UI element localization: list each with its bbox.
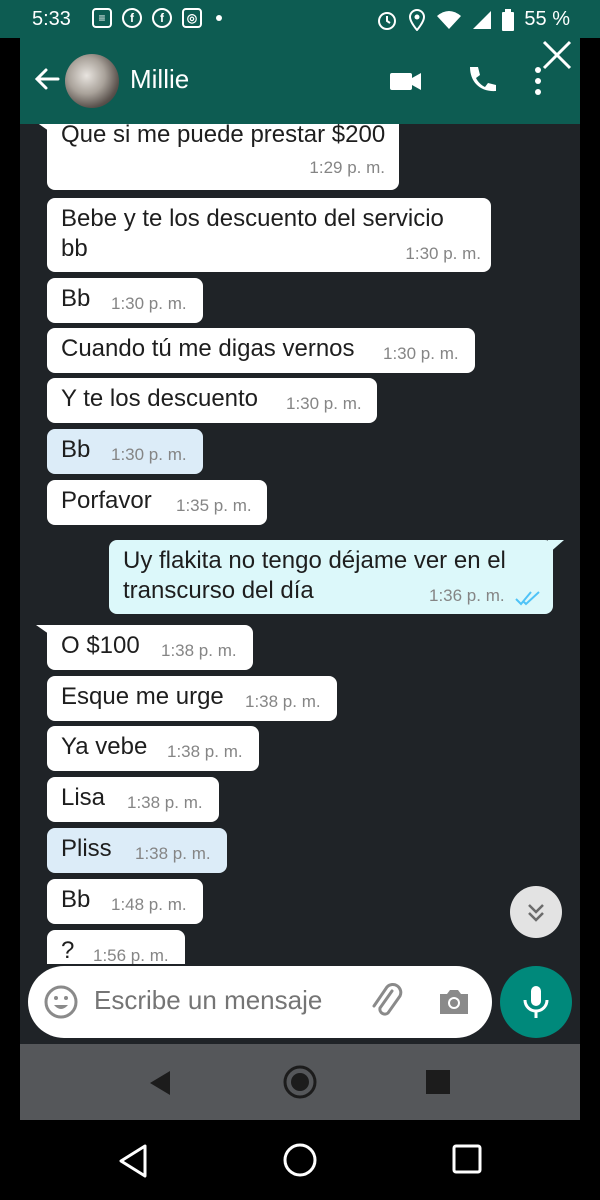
- phone-icon[interactable]: [464, 64, 500, 98]
- back-arrow-icon[interactable]: [32, 64, 62, 94]
- message-incoming[interactable]: Cuando tú me digas vernos 1:30 p. m.: [47, 328, 475, 373]
- nav-home-icon[interactable]: [282, 1142, 318, 1178]
- message-incoming[interactable]: O $100 1:38 p. m.: [47, 625, 253, 670]
- message-input[interactable]: [94, 985, 354, 1016]
- alarm-icon: [378, 11, 397, 30]
- whatsapp-screen: Millie Que si me puede prestar $200 1:29…: [20, 38, 580, 1120]
- message-incoming[interactable]: Y te los descuento 1:30 p. m.: [47, 378, 377, 423]
- message-list[interactable]: Que si me puede prestar $200 1:29 p. m. …: [20, 124, 580, 964]
- video-call-icon[interactable]: [388, 64, 424, 98]
- emoji-icon[interactable]: [44, 985, 78, 1019]
- attach-icon[interactable]: [368, 982, 404, 1022]
- system-nav-bar: [0, 1120, 600, 1200]
- double-check-icon: [515, 591, 540, 606]
- wifi-icon: [437, 10, 462, 29]
- scroll-down-icon: [528, 904, 544, 922]
- instagram-icon: ◎: [182, 8, 202, 28]
- screenshot-nav-bar: [20, 1044, 580, 1120]
- status-time: 5:33: [32, 8, 71, 30]
- message-incoming[interactable]: Que si me puede prestar $200 1:29 p. m.: [47, 124, 399, 190]
- status-system-icons: 55 %: [376, 8, 570, 31]
- close-icon[interactable]: [540, 38, 578, 70]
- message-outgoing[interactable]: Uy flakita no tengo déjame ver en el tra…: [109, 540, 553, 614]
- message-incoming[interactable]: ? 1:56 p. m.: [47, 930, 185, 964]
- nav-back-icon[interactable]: [148, 1070, 172, 1096]
- message-incoming[interactable]: Bb 1:48 p. m.: [47, 879, 203, 924]
- message-incoming[interactable]: Bb 1:30 p. m.: [47, 278, 203, 323]
- facebook-icon: f: [122, 8, 142, 28]
- avatar[interactable]: [65, 54, 119, 108]
- voice-record-button[interactable]: [500, 966, 572, 1038]
- signal-icon: [473, 10, 492, 29]
- contact-name[interactable]: Millie: [130, 64, 189, 95]
- more-notifications-icon: [216, 15, 222, 21]
- status-notification-icons: ≡ f f ◎: [92, 8, 222, 28]
- scroll-down-button[interactable]: [510, 886, 562, 938]
- battery-icon: [502, 8, 515, 31]
- nav-recents-icon[interactable]: [426, 1070, 450, 1094]
- message-incoming-highlighted[interactable]: Bb 1:30 p. m.: [47, 429, 203, 474]
- mic-icon: [523, 986, 549, 1018]
- message-incoming-highlighted[interactable]: Pliss 1:38 p. m.: [47, 828, 227, 873]
- location-icon: [409, 8, 426, 31]
- chat-header: Millie: [20, 38, 580, 124]
- camera-icon[interactable]: [436, 984, 472, 1020]
- message-composer: [28, 966, 492, 1038]
- nav-back-icon[interactable]: [118, 1144, 148, 1178]
- message-incoming[interactable]: Esque me urge 1:38 p. m.: [47, 676, 337, 721]
- facebook-icon: f: [152, 8, 172, 28]
- message-incoming[interactable]: Porfavor 1:35 p. m.: [47, 480, 267, 525]
- message-incoming[interactable]: Ya vebe 1:38 p. m.: [47, 726, 259, 771]
- status-bar: 5:33 ≡ f f ◎ 55 %: [0, 0, 600, 38]
- notes-icon: ≡: [92, 8, 112, 28]
- message-incoming[interactable]: Bebe y te los descuento del servicio bb …: [47, 198, 491, 272]
- battery-percent: 55 %: [524, 8, 570, 30]
- nav-home-icon[interactable]: [282, 1064, 318, 1100]
- message-incoming[interactable]: Lisa 1:38 p. m.: [47, 777, 219, 822]
- nav-recents-icon[interactable]: [452, 1144, 482, 1174]
